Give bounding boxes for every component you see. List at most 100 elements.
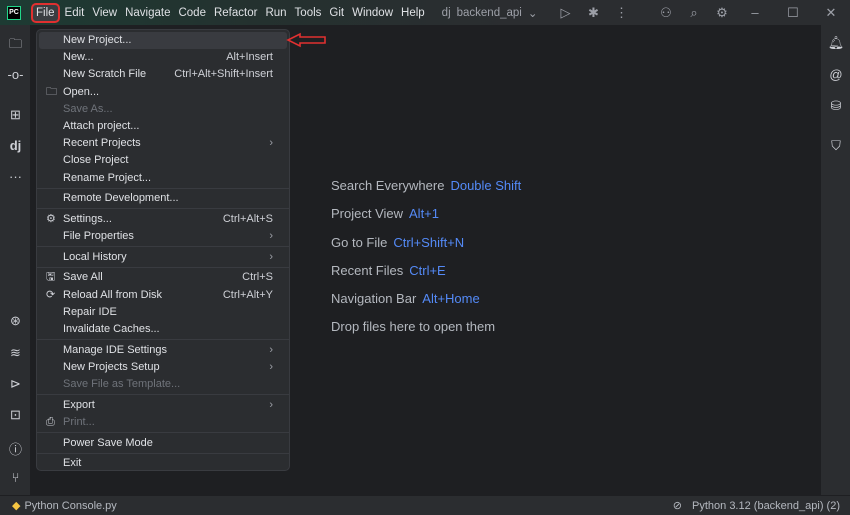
hint-text: Navigation Bar [331,291,417,307]
welcome-hint: Recent Files Ctrl+E [331,263,521,291]
menu-item-close-project[interactable]: Close Project [39,152,287,169]
menu-item-new-scratch-file[interactable]: New Scratch File Ctrl+Alt+Shift+Insert [39,66,287,83]
run-icon[interactable]: ▷ [552,5,580,21]
menu-item-save-all[interactable]: 🖫 Save All Ctrl+S [39,269,287,286]
gear-icon[interactable]: ⚙ [708,5,736,21]
hint-shortcut: Ctrl+Shift+N [393,234,465,250]
menu-window[interactable]: Window [349,5,396,21]
menu-item-manage-ide-settings[interactable]: Manage IDE Settings › [39,342,287,359]
chevron-right-icon: › [269,250,273,263]
chevron-right-icon: › [269,360,273,373]
menu-run[interactable]: Run [262,5,289,21]
structure-icon[interactable]: ⊞ [0,107,31,123]
close-button[interactable]: ✕ [812,5,850,21]
menu-separator [37,339,289,341]
project-selector[interactable]: dj backend_api ⌄ [442,6,538,20]
menu-item-remote-development[interactable]: Remote Development... [39,190,287,207]
welcome-hint: Go to File Ctrl+Shift+N [331,235,521,263]
status-bar: ◆ Python Console.py ⊘ Python 3.12 (backe… [0,495,850,515]
shortcut-label: Ctrl+Alt+Y [222,288,273,301]
search-icon[interactable]: ⌕ [680,5,708,21]
menu-item-settings[interactable]: ⚙ Settings... Ctrl+Alt+S [39,211,287,228]
title-bar: PC File Edit View Navigate Code Refactor Run To… [0,0,850,25]
menu-view[interactable]: View [89,5,120,21]
menu-item-open[interactable]: 🗀 Open... [39,84,287,101]
menu-item-file-properties[interactable]: File Properties › [39,228,287,245]
menu-item-label: Settings... [63,212,112,225]
menu-item-export[interactable]: Export › [39,397,287,414]
maximize-button[interactable]: ☐ [774,5,812,21]
chevron-right-icon: › [269,230,273,243]
hint-text: Project View [331,206,404,222]
menu-item-repair-ide[interactable]: Repair IDE [39,304,287,321]
add-user-icon[interactable]: ⚇ [652,5,680,21]
chevron-down-icon: ⌄ [527,7,538,20]
menu-item-power-save-mode[interactable]: Power Save Mode [39,435,287,452]
menu-item-label: Local History [63,250,127,263]
menu-navigate[interactable]: Navigate [122,5,173,21]
menu-help[interactable]: Help [398,5,428,21]
database-icon[interactable]: ⛁ [821,98,850,114]
menu-item-save-file-as-template[interactable]: Save File as Template... [39,376,287,393]
interpreter-selector[interactable]: Python 3.12 (backend_api) (2) [692,500,840,512]
menu-item-print[interactable]: ⎙ Print... [39,414,287,431]
menu-refactor[interactable]: Refactor [211,5,260,21]
menu-item-attach-project[interactable]: Attach project... [39,118,287,135]
shortcut-label: Alt+Insert [226,51,273,64]
menu-separator [37,266,289,268]
menu-edit[interactable]: Edit [62,5,88,21]
menu-item-invalidate-caches[interactable]: Invalidate Caches... [39,321,287,338]
menu-item-recent-projects[interactable]: Recent Projects › [39,135,287,152]
git-icon[interactable]: ⑂ [0,470,31,485]
menu-code[interactable]: Code [175,5,209,21]
menu-item-label: File Properties [63,230,134,243]
chevron-right-icon: › [269,398,273,411]
project-icon: dj [441,6,451,19]
menu-tools[interactable]: Tools [292,5,325,21]
services-icon[interactable]: ⊳ [0,376,31,392]
menu-item-new-project[interactable]: New Project... [39,32,287,50]
menu-item-new-projects-setup[interactable]: New Projects Setup › [39,359,287,376]
no-inspection-icon[interactable]: ⊘ [673,499,682,512]
menu-item-save-as[interactable]: Save As... [39,101,287,118]
pycharm-logo-icon[interactable]: PC [7,5,21,20]
menu-separator [37,452,289,454]
shield-icon[interactable]: ⛉ [821,138,850,154]
notifications-icon[interactable]: 🔔︎ [821,35,850,51]
welcome-hint: Drop files here to open them [331,319,521,347]
menu-item-exit[interactable]: Exit [39,455,287,472]
commit-icon[interactable]: -o- [0,67,31,82]
menu-item-reload-all-from-disk[interactable]: ⟳ Reload All from Disk Ctrl+Alt+Y [39,287,287,304]
menu-item-label: New Projects Setup [63,360,160,373]
folder-icon: 🗀 [46,85,57,98]
menu-item-rename-project[interactable]: Rename Project... [39,170,287,187]
menu-file[interactable]: File [31,2,60,23]
project-folder-icon[interactable]: 🗀 [0,35,31,57]
django-icon[interactable]: dj [0,138,31,153]
menu-item-label: Save All [63,271,103,284]
ai-assistant-icon[interactable]: @ [821,67,850,82]
reload-icon: ⟳ [46,288,56,301]
menu-item-label: Repair IDE [63,305,117,318]
welcome-hints: Search Everywhere Double Shift Project Vie… [331,178,521,348]
project-name: backend_api [456,6,522,19]
python-packages-icon[interactable]: ⊛ [0,313,31,329]
minimize-button[interactable]: – [736,5,774,20]
hint-shortcut: Double Shift [450,178,522,193]
menu-item-local-history[interactable]: Local History › [39,249,287,266]
terminal-icon[interactable]: ⊡ [0,407,31,423]
layers-icon[interactable]: ≋ [0,345,31,361]
menu-item-new[interactable]: New... Alt+Insert [39,49,287,66]
problems-icon[interactable]: ⓘ [0,439,31,458]
menu-item-label: Exit [63,457,82,470]
shortcut-label: Ctrl+Alt+S [222,212,273,225]
more-tools-icon[interactable]: ··· [0,169,31,184]
menu-separator [37,246,289,248]
menu-item-label: Close Project [63,154,129,167]
status-file[interactable]: Python Console.py [24,500,116,512]
more-icon[interactable]: ⋮ [608,5,636,21]
hint-shortcut: Alt+Home [422,291,480,307]
menu-item-label: Recent Projects [63,137,141,150]
menu-git[interactable]: Git [326,5,347,21]
debug-icon[interactable]: ✱ [580,5,608,21]
